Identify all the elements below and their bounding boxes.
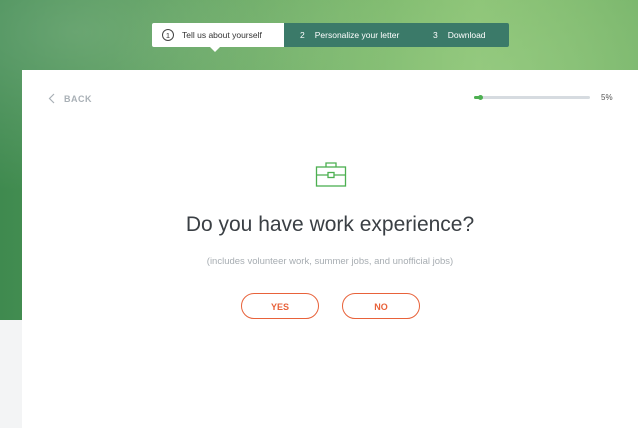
page: 1 Tell us about yourself 2 Personalize y… bbox=[0, 0, 638, 428]
no-button[interactable]: NO bbox=[342, 293, 420, 319]
yes-button[interactable]: YES bbox=[241, 293, 319, 319]
progress-percent: 5% bbox=[601, 93, 613, 102]
back-label: BACK bbox=[64, 93, 92, 104]
chevron-left-icon bbox=[48, 93, 55, 104]
question-title: Do you have work experience? bbox=[185, 213, 475, 236]
question-subtitle: (includes volunteer work, summer jobs, a… bbox=[206, 256, 454, 267]
step-tell-us-about-yourself[interactable]: 1 Tell us about yourself bbox=[152, 23, 284, 52]
step-label: Download bbox=[447, 30, 486, 40]
step-download[interactable]: 3 Download bbox=[417, 23, 509, 47]
step-number: 2 bbox=[300, 30, 305, 40]
step-label: Personalize your letter bbox=[314, 30, 400, 40]
question-card: BACK 5% Do you have work experience? (in… bbox=[22, 70, 638, 428]
briefcase-icon bbox=[315, 160, 347, 193]
step-personalize-your-letter[interactable]: 2 Personalize your letter bbox=[284, 23, 417, 47]
step-number: 3 bbox=[433, 30, 438, 40]
progress-bar bbox=[474, 95, 590, 100]
back-button[interactable]: BACK bbox=[48, 93, 92, 104]
step-label: Tell us about yourself bbox=[182, 30, 262, 40]
progress-stepper: 1 Tell us about yourself 2 Personalize y… bbox=[152, 23, 509, 52]
progress-bar-handle bbox=[477, 95, 483, 100]
step-number-circle: 1 bbox=[162, 29, 174, 41]
